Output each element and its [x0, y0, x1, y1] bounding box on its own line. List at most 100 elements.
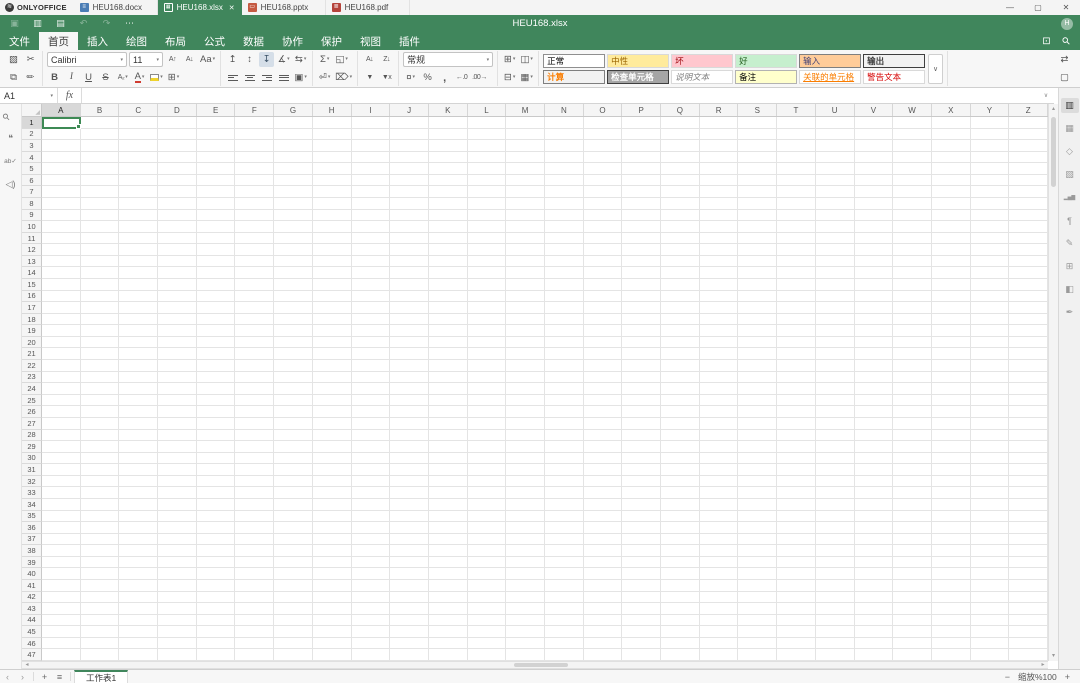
cell-Z35[interactable] [1009, 510, 1048, 523]
cell-J14[interactable] [390, 267, 429, 280]
cell-Z41[interactable] [1009, 579, 1048, 592]
cell-L13[interactable] [467, 255, 507, 268]
cell-R28[interactable] [699, 429, 739, 442]
cell-H33[interactable] [312, 487, 352, 499]
cell-G4[interactable] [274, 151, 313, 164]
cell-L2[interactable] [467, 128, 507, 141]
cell-Y45[interactable] [970, 626, 1010, 638]
cell-Q44[interactable] [661, 614, 700, 627]
cell-P47[interactable] [622, 649, 662, 661]
cell-T16[interactable] [777, 290, 816, 303]
cell-Q32[interactable] [661, 475, 700, 488]
cell-H29[interactable] [312, 441, 352, 453]
tab-close-icon[interactable]: ✕ [229, 4, 235, 12]
cell-V6[interactable] [854, 174, 894, 187]
pivot-settings-icon[interactable]: ⊞ [1061, 259, 1079, 274]
row-header-27[interactable]: 27 [22, 417, 42, 430]
cell-style-calculation[interactable]: 计算 [543, 69, 606, 84]
cell-D47[interactable] [158, 649, 197, 661]
cell-R17[interactable] [699, 302, 739, 314]
cell-D3[interactable] [158, 140, 197, 152]
cell-V19[interactable] [854, 325, 894, 337]
align-bottom-icon[interactable]: ↧ [259, 52, 275, 67]
column-header-J[interactable]: J [390, 104, 429, 116]
cell-U16[interactable] [815, 290, 855, 303]
insert-cells-icon[interactable]: ⊞ ▾ [502, 52, 517, 67]
cell-J29[interactable] [390, 441, 429, 453]
row-header-36[interactable]: 36 [22, 522, 42, 534]
cell-B35[interactable] [80, 510, 120, 523]
cell-G8[interactable] [274, 198, 313, 210]
cell-U33[interactable] [815, 487, 855, 499]
cell-B18[interactable] [80, 313, 120, 326]
cell-Z31[interactable] [1009, 464, 1048, 476]
cell-P15[interactable] [622, 279, 662, 291]
vertical-scroll-thumb[interactable] [1051, 117, 1056, 187]
cell-C11[interactable] [119, 232, 159, 245]
cell-D41[interactable] [158, 579, 197, 592]
cell-R35[interactable] [699, 510, 739, 523]
column-header-S[interactable]: S [738, 104, 778, 116]
column-header-V[interactable]: V [855, 104, 894, 116]
cell-C27[interactable] [119, 417, 159, 430]
cell-W25[interactable] [893, 394, 932, 407]
row-header-11[interactable]: 11 [22, 232, 42, 245]
cell-G7[interactable] [274, 186, 313, 199]
cell-Q45[interactable] [661, 626, 700, 638]
cell-X35[interactable] [931, 510, 971, 523]
cell-L11[interactable] [467, 232, 507, 245]
cell-O12[interactable] [583, 244, 623, 256]
cell-M19[interactable] [506, 325, 545, 337]
cell-M30[interactable] [506, 452, 545, 465]
cell-N46[interactable] [544, 637, 584, 650]
cell-F8[interactable] [235, 198, 275, 210]
cell-E35[interactable] [196, 510, 236, 523]
cell-Y32[interactable] [970, 475, 1010, 488]
align-right-icon[interactable] [259, 70, 274, 85]
cell-T30[interactable] [777, 452, 816, 465]
cell-H13[interactable] [312, 255, 352, 268]
cell-V35[interactable] [854, 510, 894, 523]
cell-J28[interactable] [390, 429, 429, 442]
cell-Z7[interactable] [1009, 186, 1048, 199]
cell-D5[interactable] [158, 163, 197, 175]
cell-I12[interactable] [351, 244, 391, 256]
cell-A13[interactable] [42, 255, 81, 268]
column-header-I[interactable]: I [352, 104, 391, 116]
cell-H37[interactable] [312, 533, 352, 546]
cell-J26[interactable] [390, 406, 429, 418]
cell-C37[interactable] [119, 533, 159, 546]
row-header-20[interactable]: 20 [22, 336, 42, 349]
cell-G40[interactable] [274, 568, 313, 580]
column-header-B[interactable]: B [81, 104, 120, 116]
increase-decimal-icon[interactable]: .00→ [471, 70, 488, 85]
cell-D23[interactable] [158, 371, 197, 384]
cell-Z11[interactable] [1009, 232, 1048, 245]
cell-E45[interactable] [196, 626, 236, 638]
cell-J15[interactable] [390, 279, 429, 291]
cell-W16[interactable] [893, 290, 932, 303]
cell-C41[interactable] [119, 579, 159, 592]
cell-E6[interactable] [196, 174, 236, 187]
cell-U11[interactable] [815, 232, 855, 245]
cell-K28[interactable] [428, 429, 468, 442]
cell-P23[interactable] [622, 371, 662, 384]
column-header-C[interactable]: C [119, 104, 159, 116]
cell-H38[interactable] [312, 545, 352, 557]
cell-Y22[interactable] [970, 360, 1010, 372]
cell-P24[interactable] [622, 383, 662, 395]
cell-J47[interactable] [390, 649, 429, 661]
cell-C44[interactable] [119, 614, 159, 627]
cell-U4[interactable] [815, 151, 855, 164]
cell-S34[interactable] [738, 498, 778, 511]
cell-B8[interactable] [80, 198, 120, 210]
cell-G13[interactable] [274, 255, 313, 268]
cell-U17[interactable] [815, 302, 855, 314]
cell-P7[interactable] [622, 186, 662, 199]
cell-Q3[interactable] [661, 140, 700, 152]
feedback-icon[interactable]: ◁) [3, 177, 19, 191]
cell-C10[interactable] [119, 221, 159, 233]
cell-Q17[interactable] [661, 302, 700, 314]
cell-I40[interactable] [351, 568, 391, 580]
cell-Y8[interactable] [970, 198, 1010, 210]
